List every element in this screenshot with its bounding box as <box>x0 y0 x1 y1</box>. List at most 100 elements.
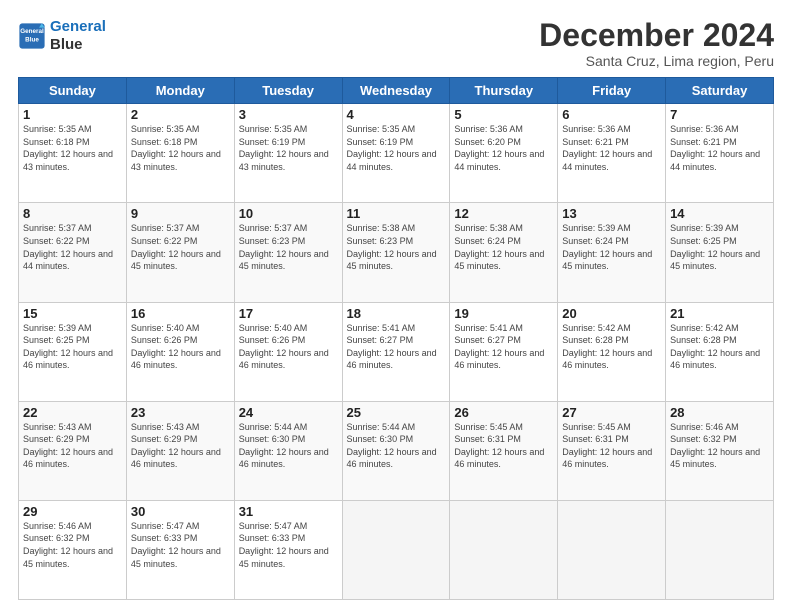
day-info: Sunrise: 5:36 AMSunset: 6:20 PMDaylight:… <box>454 123 553 173</box>
calendar-week-row: 8Sunrise: 5:37 AMSunset: 6:22 PMDaylight… <box>19 203 774 302</box>
day-info: Sunrise: 5:35 AMSunset: 6:18 PMDaylight:… <box>131 123 230 173</box>
day-info: Sunrise: 5:42 AMSunset: 6:28 PMDaylight:… <box>670 322 769 372</box>
day-number: 28 <box>670 405 769 420</box>
day-number: 25 <box>347 405 446 420</box>
table-row: 7Sunrise: 5:36 AMSunset: 6:21 PMDaylight… <box>666 104 774 203</box>
table-row: 12Sunrise: 5:38 AMSunset: 6:24 PMDayligh… <box>450 203 558 302</box>
day-info: Sunrise: 5:40 AMSunset: 6:26 PMDaylight:… <box>131 322 230 372</box>
table-row: 18Sunrise: 5:41 AMSunset: 6:27 PMDayligh… <box>342 302 450 401</box>
table-row: 17Sunrise: 5:40 AMSunset: 6:26 PMDayligh… <box>234 302 342 401</box>
calendar-table: Sunday Monday Tuesday Wednesday Thursday… <box>18 77 774 600</box>
day-number: 21 <box>670 306 769 321</box>
day-number: 7 <box>670 107 769 122</box>
table-row: 6Sunrise: 5:36 AMSunset: 6:21 PMDaylight… <box>558 104 666 203</box>
table-row: 1Sunrise: 5:35 AMSunset: 6:18 PMDaylight… <box>19 104 127 203</box>
day-number: 5 <box>454 107 553 122</box>
day-info: Sunrise: 5:39 AMSunset: 6:25 PMDaylight:… <box>23 322 122 372</box>
table-row: 15Sunrise: 5:39 AMSunset: 6:25 PMDayligh… <box>19 302 127 401</box>
day-number: 29 <box>23 504 122 519</box>
location-subtitle: Santa Cruz, Lima region, Peru <box>539 53 774 69</box>
table-row: 19Sunrise: 5:41 AMSunset: 6:27 PMDayligh… <box>450 302 558 401</box>
day-info: Sunrise: 5:35 AMSunset: 6:18 PMDaylight:… <box>23 123 122 173</box>
day-info: Sunrise: 5:37 AMSunset: 6:23 PMDaylight:… <box>239 222 338 272</box>
day-number: 10 <box>239 206 338 221</box>
col-wednesday: Wednesday <box>342 78 450 104</box>
day-number: 2 <box>131 107 230 122</box>
table-row: 5Sunrise: 5:36 AMSunset: 6:20 PMDaylight… <box>450 104 558 203</box>
day-info: Sunrise: 5:39 AMSunset: 6:24 PMDaylight:… <box>562 222 661 272</box>
table-row: 11Sunrise: 5:38 AMSunset: 6:23 PMDayligh… <box>342 203 450 302</box>
col-sunday: Sunday <box>19 78 127 104</box>
title-block: December 2024 Santa Cruz, Lima region, P… <box>539 18 774 69</box>
day-number: 4 <box>347 107 446 122</box>
table-row: 25Sunrise: 5:44 AMSunset: 6:30 PMDayligh… <box>342 401 450 500</box>
day-info: Sunrise: 5:43 AMSunset: 6:29 PMDaylight:… <box>131 421 230 471</box>
day-info: Sunrise: 5:40 AMSunset: 6:26 PMDaylight:… <box>239 322 338 372</box>
calendar-week-row: 29Sunrise: 5:46 AMSunset: 6:32 PMDayligh… <box>19 500 774 599</box>
table-row: 16Sunrise: 5:40 AMSunset: 6:26 PMDayligh… <box>126 302 234 401</box>
day-number: 14 <box>670 206 769 221</box>
day-info: Sunrise: 5:36 AMSunset: 6:21 PMDaylight:… <box>562 123 661 173</box>
logo-icon: General Blue <box>18 22 46 50</box>
day-number: 27 <box>562 405 661 420</box>
day-info: Sunrise: 5:45 AMSunset: 6:31 PMDaylight:… <box>562 421 661 471</box>
day-info: Sunrise: 5:44 AMSunset: 6:30 PMDaylight:… <box>347 421 446 471</box>
day-info: Sunrise: 5:36 AMSunset: 6:21 PMDaylight:… <box>670 123 769 173</box>
table-row: 30Sunrise: 5:47 AMSunset: 6:33 PMDayligh… <box>126 500 234 599</box>
day-number: 9 <box>131 206 230 221</box>
col-thursday: Thursday <box>450 78 558 104</box>
day-number: 12 <box>454 206 553 221</box>
table-row: 4Sunrise: 5:35 AMSunset: 6:19 PMDaylight… <box>342 104 450 203</box>
svg-text:General: General <box>20 28 44 35</box>
day-info: Sunrise: 5:37 AMSunset: 6:22 PMDaylight:… <box>23 222 122 272</box>
svg-text:Blue: Blue <box>25 37 39 44</box>
day-info: Sunrise: 5:37 AMSunset: 6:22 PMDaylight:… <box>131 222 230 272</box>
day-number: 3 <box>239 107 338 122</box>
table-row: 28Sunrise: 5:46 AMSunset: 6:32 PMDayligh… <box>666 401 774 500</box>
table-row: 3Sunrise: 5:35 AMSunset: 6:19 PMDaylight… <box>234 104 342 203</box>
table-row: 9Sunrise: 5:37 AMSunset: 6:22 PMDaylight… <box>126 203 234 302</box>
table-row: 21Sunrise: 5:42 AMSunset: 6:28 PMDayligh… <box>666 302 774 401</box>
day-info: Sunrise: 5:45 AMSunset: 6:31 PMDaylight:… <box>454 421 553 471</box>
table-row: 14Sunrise: 5:39 AMSunset: 6:25 PMDayligh… <box>666 203 774 302</box>
day-info: Sunrise: 5:42 AMSunset: 6:28 PMDaylight:… <box>562 322 661 372</box>
day-number: 30 <box>131 504 230 519</box>
day-number: 20 <box>562 306 661 321</box>
day-number: 19 <box>454 306 553 321</box>
calendar-week-row: 1Sunrise: 5:35 AMSunset: 6:18 PMDaylight… <box>19 104 774 203</box>
month-title: December 2024 <box>539 18 774 53</box>
day-info: Sunrise: 5:38 AMSunset: 6:24 PMDaylight:… <box>454 222 553 272</box>
day-info: Sunrise: 5:35 AMSunset: 6:19 PMDaylight:… <box>347 123 446 173</box>
col-friday: Friday <box>558 78 666 104</box>
table-row: 23Sunrise: 5:43 AMSunset: 6:29 PMDayligh… <box>126 401 234 500</box>
day-number: 6 <box>562 107 661 122</box>
logo: General Blue General Blue <box>18 18 106 54</box>
day-info: Sunrise: 5:46 AMSunset: 6:32 PMDaylight:… <box>23 520 122 570</box>
day-number: 18 <box>347 306 446 321</box>
day-info: Sunrise: 5:47 AMSunset: 6:33 PMDaylight:… <box>239 520 338 570</box>
day-number: 24 <box>239 405 338 420</box>
table-row: 29Sunrise: 5:46 AMSunset: 6:32 PMDayligh… <box>19 500 127 599</box>
table-row <box>666 500 774 599</box>
page: General Blue General Blue December 2024 S… <box>0 0 792 612</box>
day-number: 1 <box>23 107 122 122</box>
table-row: 24Sunrise: 5:44 AMSunset: 6:30 PMDayligh… <box>234 401 342 500</box>
day-number: 15 <box>23 306 122 321</box>
table-row <box>342 500 450 599</box>
table-row: 2Sunrise: 5:35 AMSunset: 6:18 PMDaylight… <box>126 104 234 203</box>
day-info: Sunrise: 5:41 AMSunset: 6:27 PMDaylight:… <box>454 322 553 372</box>
header: General Blue General Blue December 2024 S… <box>18 18 774 69</box>
day-number: 23 <box>131 405 230 420</box>
table-row: 20Sunrise: 5:42 AMSunset: 6:28 PMDayligh… <box>558 302 666 401</box>
table-row: 22Sunrise: 5:43 AMSunset: 6:29 PMDayligh… <box>19 401 127 500</box>
day-number: 22 <box>23 405 122 420</box>
col-monday: Monday <box>126 78 234 104</box>
calendar-week-row: 22 Sunrise: 5:43 AMSunset: 6:29 PMDayligh… <box>19 401 774 500</box>
table-row: 26Sunrise: 5:45 AMSunset: 6:31 PMDayligh… <box>450 401 558 500</box>
day-number: 17 <box>239 306 338 321</box>
table-row: 13Sunrise: 5:39 AMSunset: 6:24 PMDayligh… <box>558 203 666 302</box>
day-number: 31 <box>239 504 338 519</box>
day-info: Sunrise: 5:39 AMSunset: 6:25 PMDaylight:… <box>670 222 769 272</box>
day-number: 13 <box>562 206 661 221</box>
day-info: Sunrise: 5:46 AMSunset: 6:32 PMDaylight:… <box>670 421 769 471</box>
